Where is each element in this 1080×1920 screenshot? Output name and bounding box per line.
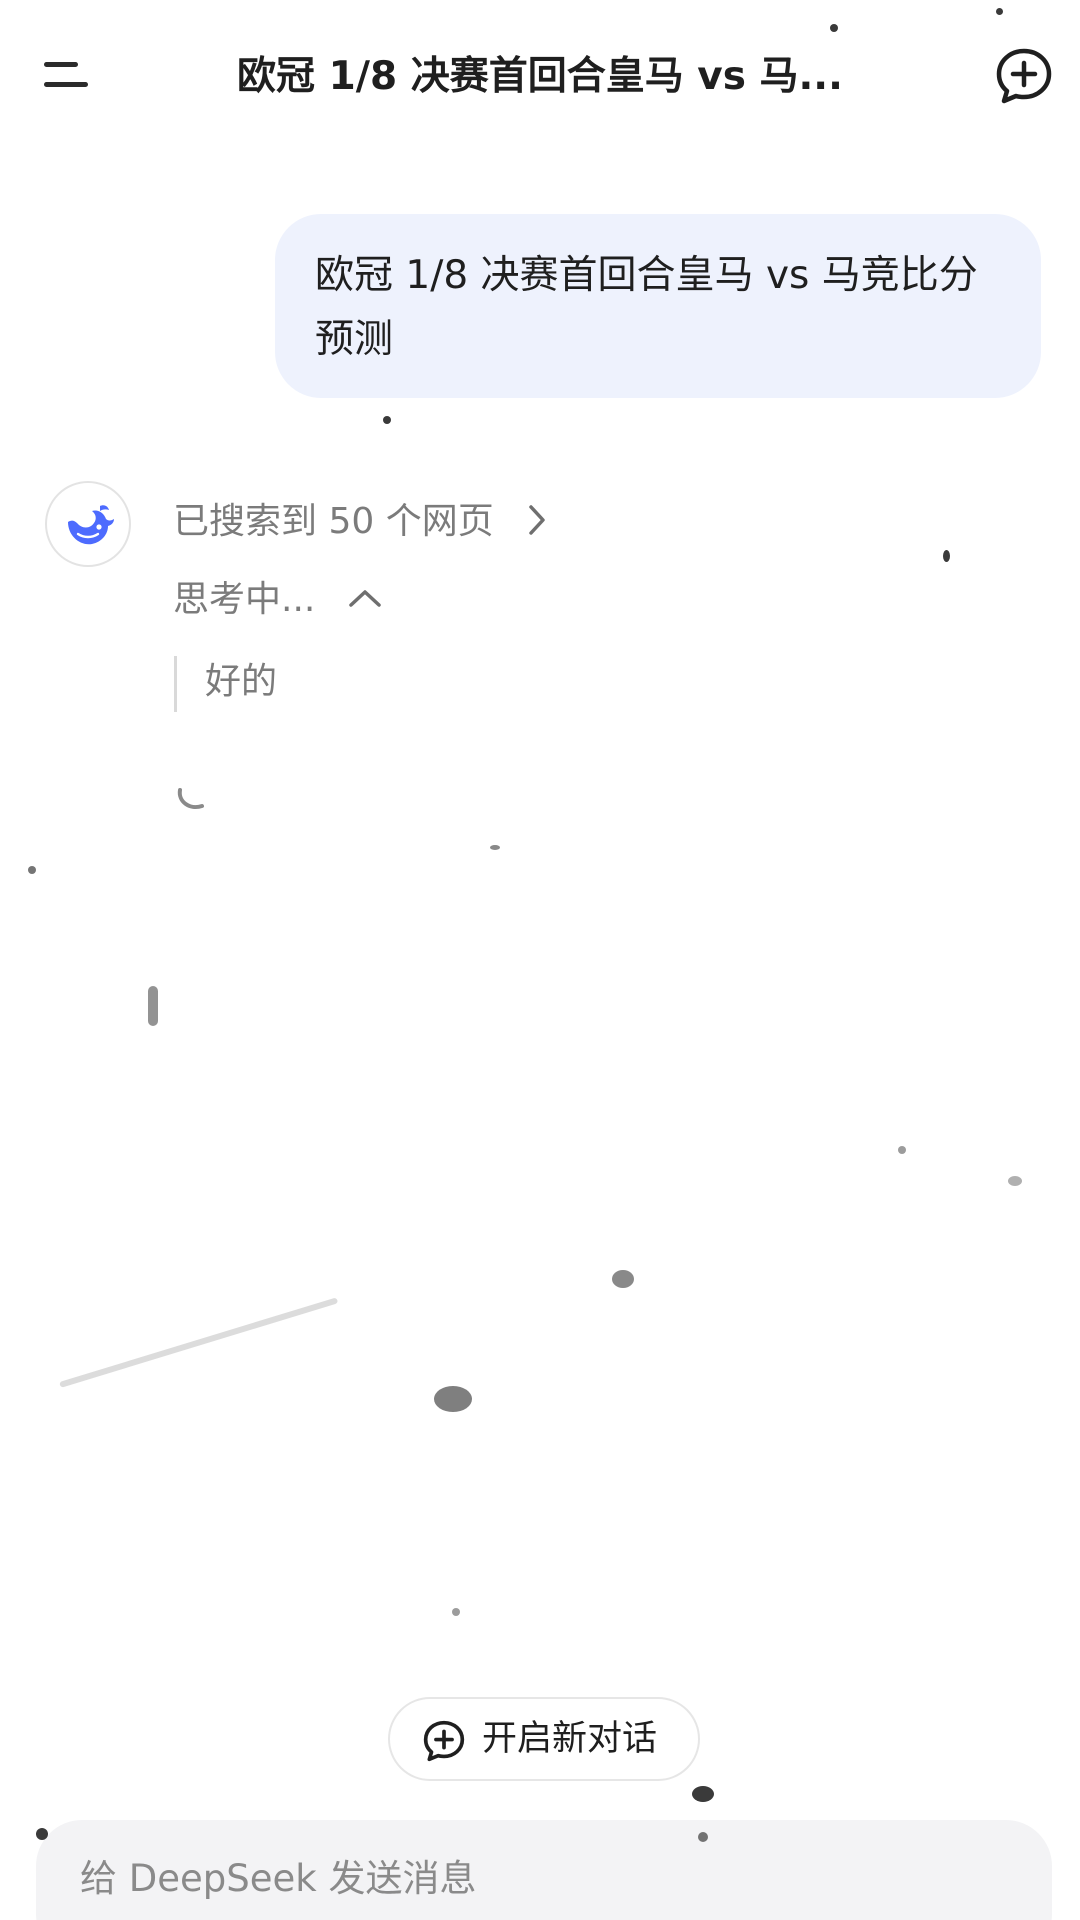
search-results-toggle[interactable]: 已搜索到 50 个网页 [173,494,547,550]
new-chat-button[interactable] [994,46,1054,106]
dust-speck [383,416,391,424]
dust-speck [698,1832,708,1842]
chevron-right-icon [529,505,545,535]
dust-speck [943,550,950,562]
chat-plus-icon [996,48,1052,104]
menu-button[interactable] [38,50,94,100]
message-composer[interactable] [36,1820,1052,1920]
dust-speck [830,24,838,32]
dust-speck [898,1146,906,1154]
dust-speck [434,1386,472,1412]
thinking-quote-bar [174,656,177,712]
search-summary-label: 已搜索到 50 个网页 [173,501,494,542]
loading-spinner-icon [177,788,204,809]
thinking-label: 思考中... [173,579,316,620]
top-bar: 欧冠 1/8 决赛首回合皇马 vs 马... [0,0,1080,150]
dust-speck [148,986,158,1026]
thinking-toggle[interactable]: 思考中... [173,572,383,628]
thinking-content: 好的 [205,661,278,702]
dust-speck [1008,1176,1022,1186]
dust-speck [36,1828,48,1840]
dust-speck [452,1608,460,1616]
chevron-up-icon [349,590,381,607]
dust-speck [612,1270,634,1288]
start-new-chat-button[interactable]: 开启新对话 [388,1697,700,1781]
chat-plus-icon [423,1720,465,1762]
dust-speck [996,8,1003,15]
dust-speck [490,845,500,850]
dust-speck [692,1786,714,1802]
dust-streak [59,1297,339,1388]
start-new-chat-label: 开启新对话 [482,1719,658,1759]
chat-screen: 欧冠 1/8 决赛首回合皇马 vs 马... 欧冠 1/8 决赛首回合皇马 vs… [0,0,1080,1920]
deepseek-whale-icon [68,505,114,545]
assistant-avatar [45,481,131,567]
message-input[interactable] [80,1848,980,1908]
dust-speck [28,866,36,874]
user-message-bubble[interactable]: 欧冠 1/8 决赛首回合皇马 vs 马竞比分预测 [275,214,1041,398]
conversation-title[interactable]: 欧冠 1/8 决赛首回合皇马 vs 马... [150,42,930,112]
